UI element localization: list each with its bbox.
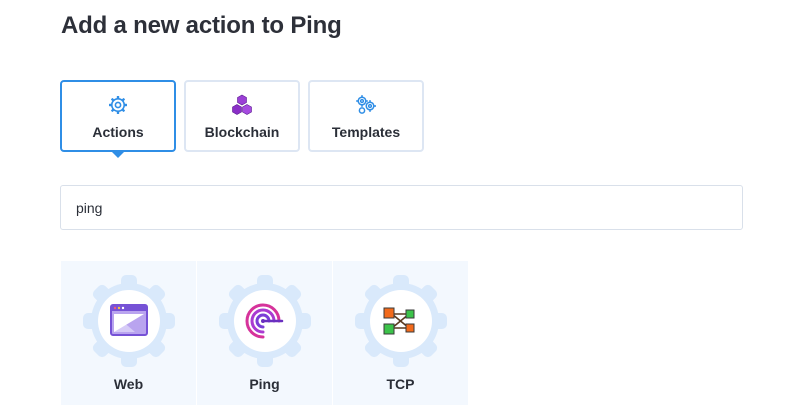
results-grid: Web Ping TCP <box>61 261 469 405</box>
ping-signal-icon <box>219 275 311 367</box>
tab-actions[interactable]: Actions <box>60 80 176 152</box>
network-nodes-icon <box>355 275 447 367</box>
category-tabs: Actions Blockchain Templates <box>60 80 424 152</box>
search-input[interactable] <box>60 185 743 230</box>
gears-icon <box>355 94 377 116</box>
tab-blockchain-label: Blockchain <box>204 124 280 140</box>
tab-actions-label: Actions <box>92 124 144 140</box>
result-card-ping[interactable]: Ping <box>197 261 333 405</box>
tab-templates-label: Templates <box>331 124 401 140</box>
tab-templates[interactable]: Templates <box>308 80 424 152</box>
tab-blockchain[interactable]: Blockchain <box>184 80 300 152</box>
result-card-ping-label: Ping <box>249 376 280 392</box>
result-card-tcp-label: TCP <box>386 376 415 392</box>
result-card-web-label: Web <box>113 376 144 392</box>
browser-window-icon <box>83 275 175 367</box>
result-card-tcp[interactable]: TCP <box>333 261 469 405</box>
page-title: Add a new action to Ping <box>61 12 342 39</box>
gear-icon <box>107 94 129 116</box>
result-card-web[interactable]: Web <box>61 261 197 405</box>
cubes-icon <box>231 94 253 116</box>
